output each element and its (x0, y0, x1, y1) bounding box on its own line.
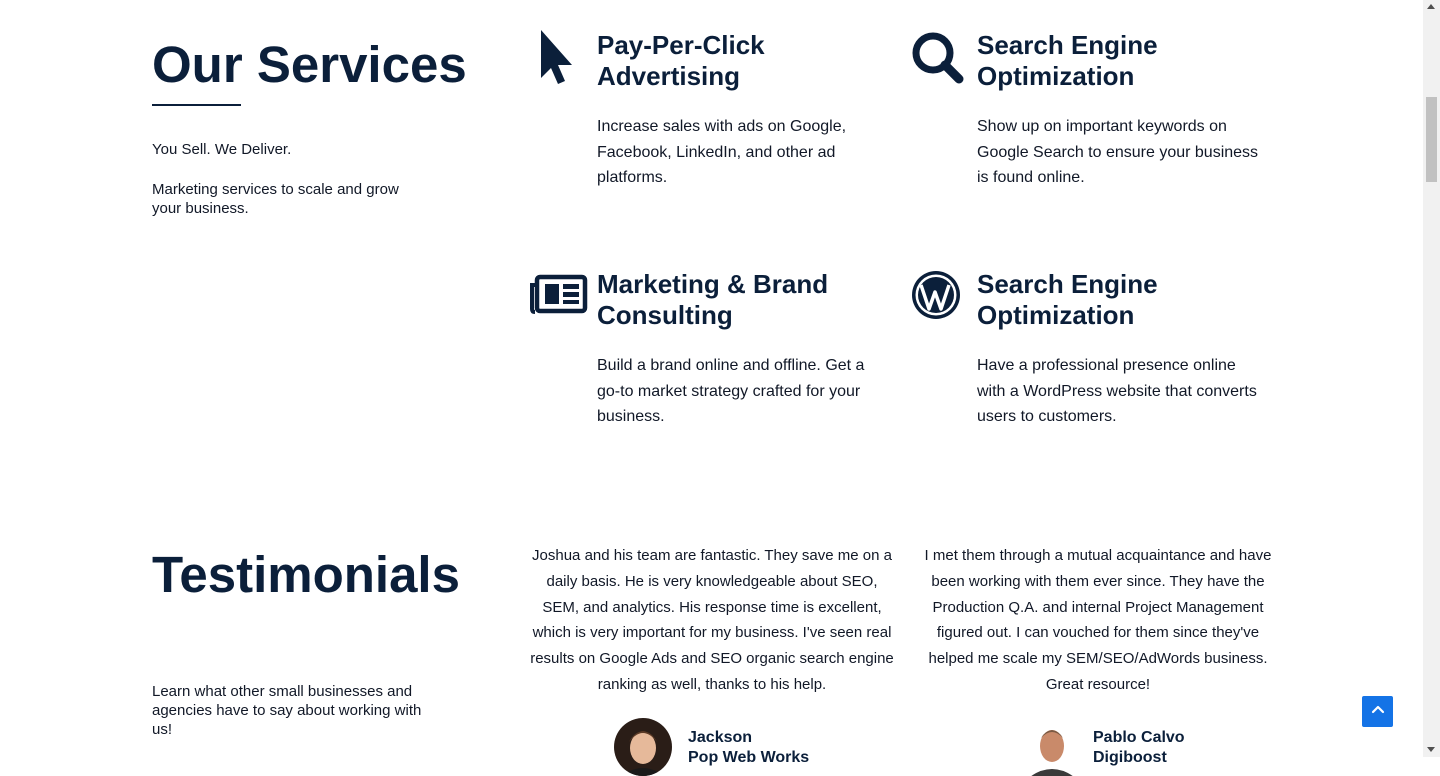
testimonial-quote: Joshua and his team are fantastic. They … (530, 547, 894, 693)
service-title: Search Engine Optimization (977, 30, 1158, 91)
search-icon (909, 30, 969, 90)
vertical-scrollbar[interactable] (1423, 0, 1440, 757)
scroll-up-arrow-icon[interactable] (1427, 4, 1435, 9)
testimonial-quote: I met them through a mutual acquaintance… (924, 547, 1272, 693)
services-tagline: You Sell. We Deliver. (152, 141, 292, 158)
service-text: Show up on important keywords on Google … (977, 118, 1259, 186)
service-text: Have a professional presence online with… (977, 357, 1257, 425)
chevron-up-icon (1370, 701, 1386, 722)
wordpress-icon (909, 269, 969, 329)
newspaper-icon (529, 269, 589, 329)
testimonial-author-name: Jackson (688, 729, 753, 746)
avatar (1029, 718, 1075, 776)
testimonial-author-name: Pablo Calvo (1093, 729, 1185, 746)
scroll-to-top-button[interactable] (1362, 696, 1393, 727)
cursor-pointer-icon (529, 30, 589, 90)
testimonial-author-company: Pop Web Works (688, 749, 810, 766)
service-text: Increase sales with ads on Google, Faceb… (597, 118, 847, 186)
services-description: Marketing services to scale and grow you… (152, 181, 399, 217)
service-title: Search Engine Optimization (977, 269, 1158, 330)
testimonials-description: Learn what other small businesses and ag… (152, 683, 422, 738)
services-heading-underline (152, 104, 241, 106)
testimonial-author-company: Digiboost (1093, 749, 1167, 766)
services-heading: Our Services (152, 36, 467, 93)
scroll-down-arrow-icon[interactable] (1427, 747, 1435, 752)
service-text: Build a brand online and offline. Get a … (597, 357, 865, 425)
avatar (614, 718, 672, 776)
scrollbar-thumb[interactable] (1426, 97, 1437, 182)
testimonials-heading: Testimonials (152, 546, 460, 603)
service-title: Marketing & Brand Consulting (597, 269, 829, 330)
service-title: Pay-Per-Click Advertising (597, 30, 765, 91)
